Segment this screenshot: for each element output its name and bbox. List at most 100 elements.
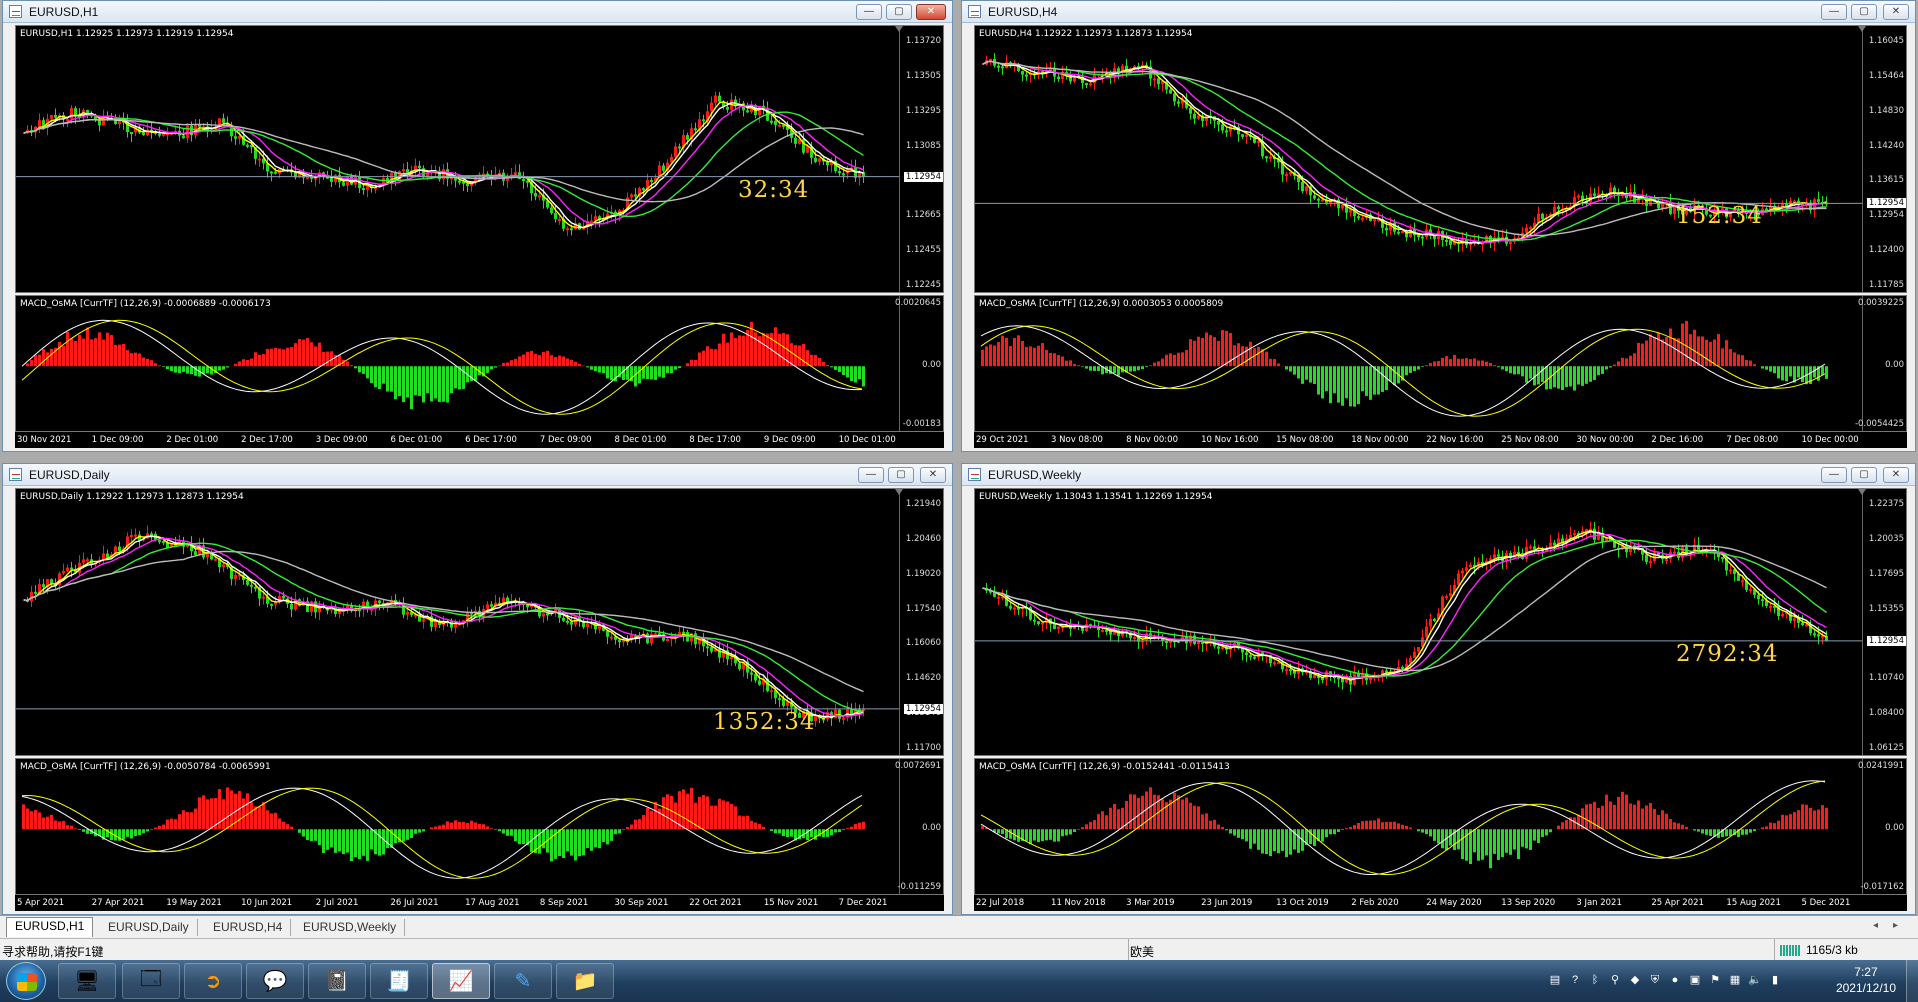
macd-histogram-bar — [1517, 829, 1520, 860]
macd-histogram-bar — [1165, 354, 1168, 367]
tab-eurusd-weekly[interactable]: EURUSD,Weekly — [295, 919, 406, 936]
window-titlebar[interactable]: EURUSD,H1 — ▢ ✕ — [3, 1, 952, 23]
taskbar-browser-button[interactable]: ➲ — [184, 963, 242, 999]
taskbar-wechat-button[interactable]: 💬 — [246, 963, 304, 999]
window-titlebar[interactable]: EURUSD,Daily — ▢ ✕ — [3, 464, 952, 486]
candle — [702, 119, 705, 122]
tray-app-icon[interactable]: ◆ — [1628, 973, 1642, 987]
macd-histogram-bar — [1413, 366, 1416, 372]
macd-histogram-bar — [1237, 829, 1240, 838]
macd-histogram-bar — [838, 366, 841, 373]
price-plot[interactable] — [975, 26, 1866, 292]
tray-wechat-icon[interactable]: ● — [1668, 973, 1682, 987]
maximize-button[interactable]: ▢ — [1851, 467, 1877, 483]
taskbar-folder-button[interactable]: 📁 — [556, 963, 614, 999]
candle — [1305, 186, 1308, 192]
candle — [70, 567, 73, 570]
taskbar-clock[interactable]: 7:27 2021/12/10 — [1836, 964, 1896, 996]
tray-flag-icon[interactable]: ⚑ — [1708, 973, 1722, 987]
macd-histogram-bar — [414, 366, 417, 396]
macd-histogram-bar — [454, 366, 457, 389]
candle — [1249, 655, 1252, 658]
macd-pane[interactable]: MACD_OsMA [CurrTF] (12,26,9) -0.0050784 … — [15, 758, 944, 895]
maximize-button[interactable]: ▢ — [886, 4, 912, 20]
tray-bluetooth-icon[interactable]: ᛒ — [1588, 973, 1602, 987]
price-axis-label: 1.14830 — [1868, 105, 1904, 116]
taskbar-notes-button[interactable]: ✎ — [494, 963, 552, 999]
time-axis-label: 2 Jul 2021 — [315, 898, 359, 908]
taskbar-desktop-button[interactable]: 🖥 — [58, 963, 116, 999]
macd-histogram-bar — [1169, 353, 1172, 367]
time-axis-label: 11 Nov 2018 — [1051, 898, 1106, 908]
tab-eurusd-daily[interactable]: EURUSD,Daily — [100, 919, 198, 936]
macd-histogram-bar — [846, 828, 849, 830]
show-desktop-button[interactable] — [1906, 960, 1918, 1002]
tab-eurusd-h1[interactable]: EURUSD,H1 — [6, 917, 94, 937]
candle — [1509, 241, 1512, 244]
macd-pane[interactable]: MACD_OsMA [CurrTF] (12,26,9) 0.0003053 0… — [974, 295, 1907, 432]
close-button[interactable]: ✕ — [1883, 4, 1909, 20]
macd-plot[interactable] — [16, 759, 903, 894]
macd-pane[interactable]: MACD_OsMA [CurrTF] (12,26,9) -0.0006889 … — [15, 295, 944, 432]
window-titlebar[interactable]: EURUSD,H4 — ▢ ✕ — [962, 1, 1915, 23]
macd-histogram-bar — [1769, 366, 1772, 372]
macd-histogram-bar — [786, 829, 789, 838]
maximize-button[interactable]: ▢ — [1851, 4, 1877, 20]
taskbar-notebook-button[interactable]: 📓 — [308, 963, 366, 999]
macd-plot[interactable] — [975, 296, 1866, 431]
candle — [1729, 569, 1732, 572]
macd-histogram-bar — [1821, 366, 1824, 376]
macd-histogram-bar — [114, 344, 117, 367]
macd-histogram-bar — [494, 829, 497, 830]
candle — [1665, 559, 1668, 562]
candle — [422, 619, 425, 622]
maximize-button[interactable]: ▢ — [888, 467, 914, 483]
tray-signal-icon[interactable]: ▮ — [1768, 973, 1782, 987]
macd-histogram-bar — [366, 366, 369, 379]
price-plot[interactable] — [16, 26, 903, 292]
macd-histogram-bar — [86, 829, 89, 834]
taskbar-mt4-button[interactable]: 📈 — [432, 963, 490, 999]
minimize-button[interactable]: — — [1821, 467, 1847, 483]
start-button[interactable] — [6, 962, 46, 1000]
tray-network-icon[interactable]: ▦ — [1728, 973, 1742, 987]
macd-histogram-bar — [186, 812, 189, 830]
macd-histogram-bar — [1725, 829, 1728, 837]
candle — [246, 144, 249, 147]
macd-histogram-bar — [834, 829, 837, 833]
price-chart-pane[interactable]: EURUSD,Weekly 1.13043 1.13541 1.12269 1.… — [974, 488, 1907, 756]
macd-plot[interactable] — [975, 759, 1866, 894]
macd-histogram-bar — [1317, 366, 1320, 395]
tray-camera-icon[interactable]: ▣ — [1688, 973, 1702, 987]
tray-usb-icon[interactable]: ⚲ — [1608, 973, 1622, 987]
close-button[interactable]: ✕ — [916, 4, 946, 20]
taskbar-explorer-button[interactable]: 🗔 — [122, 963, 180, 999]
minimize-button[interactable]: — — [858, 467, 884, 483]
close-button[interactable]: ✕ — [920, 467, 946, 483]
close-button[interactable]: ✕ — [1883, 467, 1909, 483]
tray-volume-icon[interactable]: 🔈 — [1748, 973, 1762, 987]
price-chart-pane[interactable]: EURUSD,H4 1.12922 1.12973 1.12873 1.1295… — [974, 25, 1907, 293]
tray-printer-icon[interactable]: ▤ — [1548, 973, 1562, 987]
tray-shield-icon[interactable]: ⛨ — [1648, 973, 1662, 987]
taskbar-app-button[interactable]: 🧾 — [370, 963, 428, 999]
macd-histogram-bar — [1325, 366, 1328, 392]
tab-scroll-left-icon[interactable]: ◂ — [1873, 920, 1878, 931]
candle-countdown: 152:34 — [1676, 203, 1763, 230]
macd-histogram-bar — [1393, 366, 1396, 386]
macd-histogram-bar — [142, 829, 145, 834]
minimize-button[interactable]: — — [1821, 4, 1847, 20]
macd-histogram-bar — [1561, 822, 1564, 830]
macd-histogram-bar — [446, 366, 449, 403]
minimize-button[interactable]: — — [856, 4, 882, 20]
tab-eurusd-h4[interactable]: EURUSD,H4 — [205, 919, 292, 936]
candle — [1317, 198, 1320, 201]
tab-scroll-right-icon[interactable]: ▸ — [1893, 920, 1898, 931]
price-chart-pane[interactable]: EURUSD,H1 1.12925 1.12973 1.12919 1.1295… — [15, 25, 944, 293]
price-plot[interactable] — [975, 489, 1866, 755]
price-chart-pane[interactable]: EURUSD,Daily 1.12922 1.12973 1.12873 1.1… — [15, 488, 944, 756]
macd-pane[interactable]: MACD_OsMA [CurrTF] (12,26,9) -0.0152441 … — [974, 758, 1907, 895]
tray-help-icon[interactable]: ? — [1568, 973, 1582, 987]
window-titlebar[interactable]: EURUSD,Weekly — ▢ ✕ — [962, 464, 1915, 486]
macd-plot[interactable] — [16, 296, 903, 431]
